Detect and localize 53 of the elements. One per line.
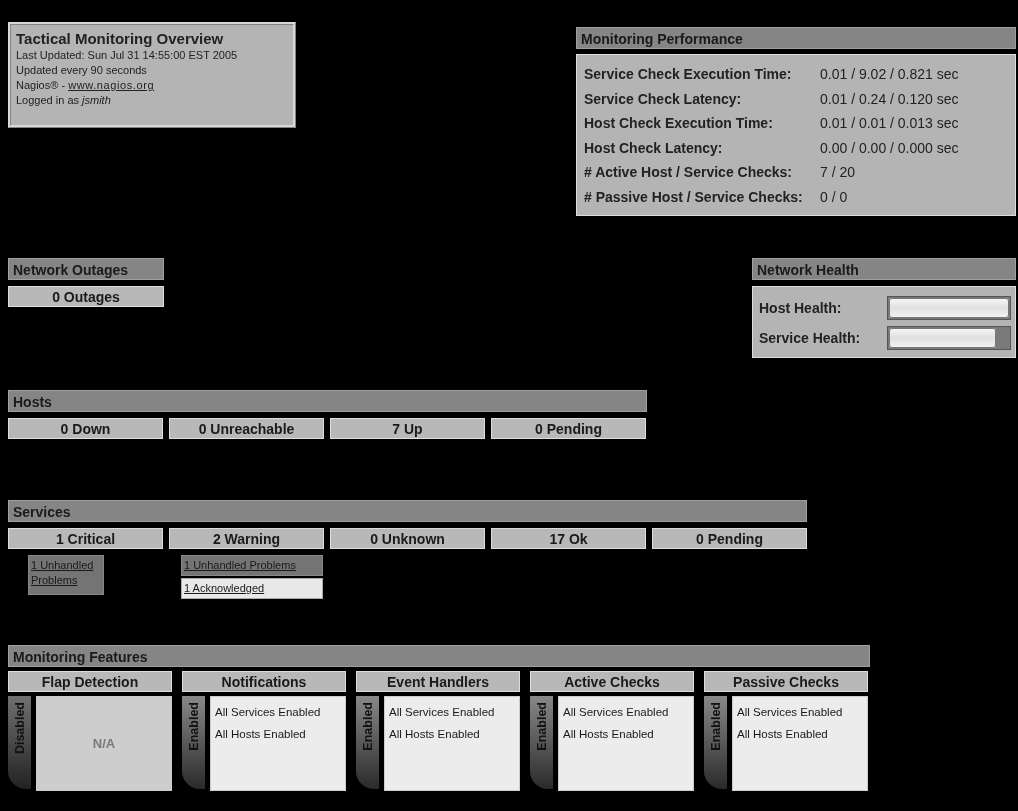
service-status-cell[interactable]: 1 Critical [8,528,163,549]
service-status-cell[interactable]: 0 Pending [652,528,807,549]
feature-status-text: N/A [92,736,116,751]
feature-status-text: All Services Enabled [389,705,496,720]
health-label: Service Health: [759,330,862,346]
problem-link[interactable]: 1 Unhandled Problems [181,555,323,576]
section-header: Monitoring Features [8,645,870,667]
feature-status-text: All Hosts Enabled [389,727,481,742]
outages-summary[interactable]: 0 Outages [8,286,164,307]
metric-label: Host Check Execution Time: [584,115,774,132]
metric-value: 0.01 / 0.01 / 0.013 sec [820,115,959,132]
service-status-cell[interactable]: 0 Unknown [330,528,485,549]
metric-value: 0.00 / 0.00 / 0.000 sec [820,139,959,156]
metric-value: 0.01 / 9.02 / 0.821 sec [820,66,959,83]
section-header: Monitoring Performance [576,27,1016,49]
section-header: Services [8,500,807,522]
metric-label: Service Check Latency: [584,90,743,107]
feature-status-text: All Hosts Enabled [737,727,829,742]
page-title: Tactical Monitoring Overview [16,30,225,48]
feature-status-text: All Services Enabled [215,705,322,720]
website-link[interactable]: www.nagios.org [68,79,155,91]
last-updated-text: Last Updated: Sun Jul 31 14:55:00 EST 2005 [16,48,239,63]
metric-value: 0 / 0 [820,188,848,205]
feature-header: Flap Detection [8,671,172,692]
refresh-text: Updated every 90 seconds [16,63,148,78]
feature-header: Event Handlers [356,671,520,692]
host-status-cell[interactable]: 0 Pending [491,418,646,439]
problem-link[interactable]: 1 Acknowledged [181,578,323,599]
metric-value: 7 / 20 [820,164,856,181]
section-header: Hosts [8,390,647,412]
feature-status-text: All Hosts Enabled [215,727,307,742]
login-text: Logged in as jsmith [16,93,112,108]
host-status-cell[interactable]: 0 Down [8,418,163,439]
metric-label: Service Check Execution Time: [584,66,793,83]
section-header: Network Health [752,258,1016,280]
feature-status-text: All Services Enabled [563,705,670,720]
feature-header: Passive Checks [704,671,868,692]
host-status-cell[interactable]: 0 Unreachable [169,418,324,439]
health-label: Host Health: [759,300,843,316]
service-status-cell[interactable]: 17 Ok [491,528,646,549]
service-status-cell[interactable]: 2 Warning [169,528,324,549]
feature-status-text: All Hosts Enabled [563,727,655,742]
section-header: Network Outages [8,258,164,280]
credit-text: Nagios® - [16,79,67,91]
feature-status-text: All Services Enabled [737,705,844,720]
metric-value: 0.01 / 0.24 / 0.120 sec [820,90,959,107]
metric-label: # Active Host / Service Checks: [584,164,794,181]
host-status-cell[interactable]: 7 Up [330,418,485,439]
metric-label: Host Check Latency: [584,139,724,156]
feature-header: Notifications [182,671,346,692]
feature-header: Active Checks [530,671,694,692]
problem-link[interactable]: 1 Unhandled Problems [28,555,104,595]
metric-label: # Passive Host / Service Checks: [584,188,804,205]
